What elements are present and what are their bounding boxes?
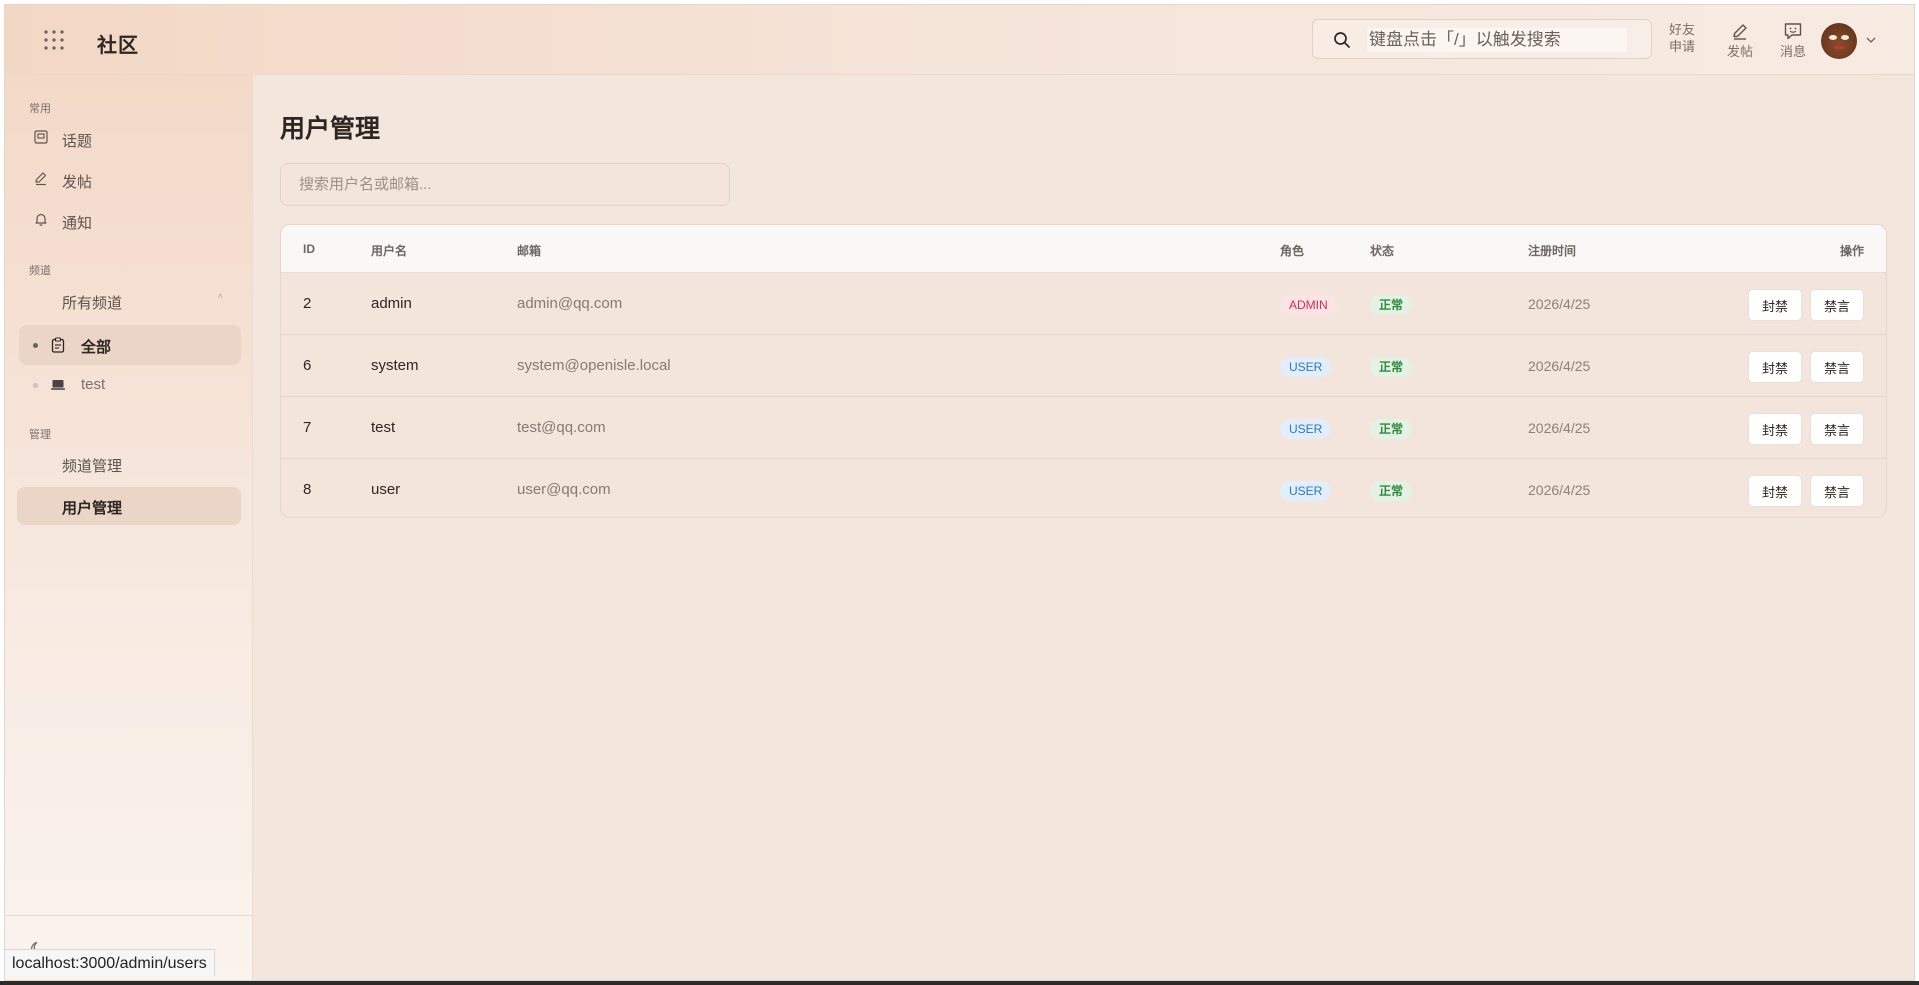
page-title: 用户管理 xyxy=(280,115,381,143)
role-badge: USER xyxy=(1280,481,1332,501)
sidebar-item-channel-management[interactable]: 频道管理 xyxy=(17,445,241,483)
mute-button[interactable]: 禁言 xyxy=(1809,475,1864,507)
header-messages-button[interactable]: 消息 xyxy=(1773,21,1813,60)
sidebar-item-label: 用户管理 xyxy=(62,500,123,517)
clipboard-icon xyxy=(51,337,65,353)
column-header-actions: 操作 xyxy=(1839,244,1864,258)
column-header-role: 角色 xyxy=(1280,244,1305,258)
pencil-icon xyxy=(1733,24,1747,40)
cell-registered: 2026/4/25 xyxy=(1528,482,1591,498)
main-content: 用户管理 ID 用户名 邮箱 角色 状态 注册时间 操作 2 admin adm… xyxy=(254,75,1914,980)
column-header-email: 邮箱 xyxy=(517,244,542,258)
status-bar-url: localhost:3000/admin/users xyxy=(4,949,215,976)
column-header-status: 状态 xyxy=(1370,244,1395,258)
cell-username: test xyxy=(371,419,396,436)
sidebar-item-label: 发帖 xyxy=(62,174,93,191)
top-header: 社区 键盘点击「/」以触发搜索 好友 申请 发帖 消息 xyxy=(5,5,1914,75)
sidebar-item-label: 话题 xyxy=(62,133,93,150)
header-post-button[interactable]: 发帖 xyxy=(1720,21,1760,60)
role-badge: USER xyxy=(1280,419,1332,439)
cell-username: admin xyxy=(371,295,412,312)
user-search-input[interactable] xyxy=(280,163,730,206)
section-label-admin: 管理 xyxy=(29,429,51,441)
section-label-common: 常用 xyxy=(29,103,51,115)
ban-button[interactable]: 封禁 xyxy=(1747,289,1802,321)
cell-email: user@qq.com xyxy=(517,481,611,498)
sidebar: 常用 话题 发帖 通知 频道 所有频道 ˄ 全部 test 管理 频道管理 用户… xyxy=(5,75,253,980)
header-post-label: 发帖 xyxy=(1726,44,1753,59)
ban-button[interactable]: 封禁 xyxy=(1747,475,1802,507)
cell-registered: 2026/4/25 xyxy=(1528,296,1591,312)
laptop-icon xyxy=(51,380,65,390)
cell-id: 8 xyxy=(303,481,312,498)
mute-button[interactable]: 禁言 xyxy=(1809,413,1864,445)
apps-grid-icon[interactable] xyxy=(43,29,65,51)
ban-button[interactable]: 封禁 xyxy=(1747,413,1802,445)
channel-label: 全部 xyxy=(81,339,112,356)
table-row: 7 test test@qq.com USER 正常 2026/4/25 封禁 … xyxy=(281,397,1886,459)
sidebar-item-all-channels[interactable]: 所有频道 ˄ xyxy=(17,282,241,320)
sidebar-item-topics[interactable]: 话题 xyxy=(17,120,241,158)
sidebar-item-label: 频道管理 xyxy=(62,458,123,475)
sidebar-item-post[interactable]: 发帖 xyxy=(17,161,241,199)
bell-icon xyxy=(35,213,47,226)
cell-email: system@openisle.local xyxy=(517,357,671,374)
cell-id: 7 xyxy=(303,419,312,436)
table-row: 2 admin admin@qq.com ADMIN 正常 2026/4/25 … xyxy=(281,273,1886,335)
collapse-caret-icon[interactable]: ˄ xyxy=(218,291,223,301)
sidebar-item-label: 通知 xyxy=(62,215,93,232)
users-table: ID 用户名 邮箱 角色 状态 注册时间 操作 2 admin admin@qq… xyxy=(280,224,1887,518)
ban-button[interactable]: 封禁 xyxy=(1747,351,1802,383)
friend-request-button[interactable]: 好友 申请 xyxy=(1665,21,1699,55)
sidebar-item-user-management[interactable]: 用户管理 xyxy=(17,487,241,525)
sidebar-divider xyxy=(5,915,253,916)
sidebar-item-label: 所有频道 xyxy=(62,295,123,312)
cell-username: system xyxy=(371,357,419,374)
cell-registered: 2026/4/25 xyxy=(1528,420,1591,436)
role-badge: USER xyxy=(1280,357,1332,377)
chevron-down-icon[interactable] xyxy=(1865,35,1877,45)
status-badge: 正常 xyxy=(1370,419,1413,439)
channel-item-test[interactable]: test xyxy=(19,365,241,405)
sidebar-item-notifications[interactable]: 通知 xyxy=(17,202,241,240)
cell-username: user xyxy=(371,481,401,498)
mute-button[interactable]: 禁言 xyxy=(1809,351,1864,383)
cell-id: 6 xyxy=(303,357,312,374)
cell-id: 2 xyxy=(303,295,312,312)
column-header-registered: 注册时间 xyxy=(1528,244,1577,258)
cell-registered: 2026/4/25 xyxy=(1528,358,1591,374)
friend-request-label-line1: 好友 xyxy=(1668,22,1695,37)
avatar[interactable] xyxy=(1821,23,1857,59)
role-badge: ADMIN xyxy=(1280,295,1337,315)
channel-item-all[interactable]: 全部 xyxy=(19,325,241,365)
column-header-username: 用户名 xyxy=(371,244,408,258)
status-badge: 正常 xyxy=(1370,481,1413,501)
site-brand[interactable]: 社区 xyxy=(97,29,139,58)
topic-icon xyxy=(34,130,48,144)
status-badge: 正常 xyxy=(1370,295,1413,315)
global-search[interactable]: 键盘点击「/」以触发搜索 xyxy=(1312,19,1652,59)
friend-request-label-line2: 申请 xyxy=(1668,39,1695,54)
table-row: 8 user user@qq.com USER 正常 2026/4/25 封禁 … xyxy=(281,459,1886,517)
message-icon xyxy=(1784,23,1802,40)
search-icon xyxy=(1334,32,1350,48)
cell-email: admin@qq.com xyxy=(517,295,623,312)
column-header-id: ID xyxy=(303,242,315,256)
taskbar-edge xyxy=(0,981,1919,985)
table-header: ID 用户名 邮箱 角色 状态 注册时间 操作 xyxy=(281,225,1886,273)
table-row: 6 system system@openisle.local USER 正常 2… xyxy=(281,335,1886,397)
pencil-icon xyxy=(35,172,47,186)
status-badge: 正常 xyxy=(1370,357,1413,377)
app-window: 社区 键盘点击「/」以触发搜索 好友 申请 发帖 消息 常用 话题 发帖 通知 … xyxy=(4,4,1915,981)
channel-label: test xyxy=(81,376,106,393)
section-label-channels: 频道 xyxy=(29,265,51,277)
cell-email: test@qq.com xyxy=(517,419,606,436)
global-search-placeholder: 键盘点击「/」以触发搜索 xyxy=(1367,28,1627,52)
header-messages-label: 消息 xyxy=(1779,44,1806,59)
mute-button[interactable]: 禁言 xyxy=(1809,289,1864,321)
